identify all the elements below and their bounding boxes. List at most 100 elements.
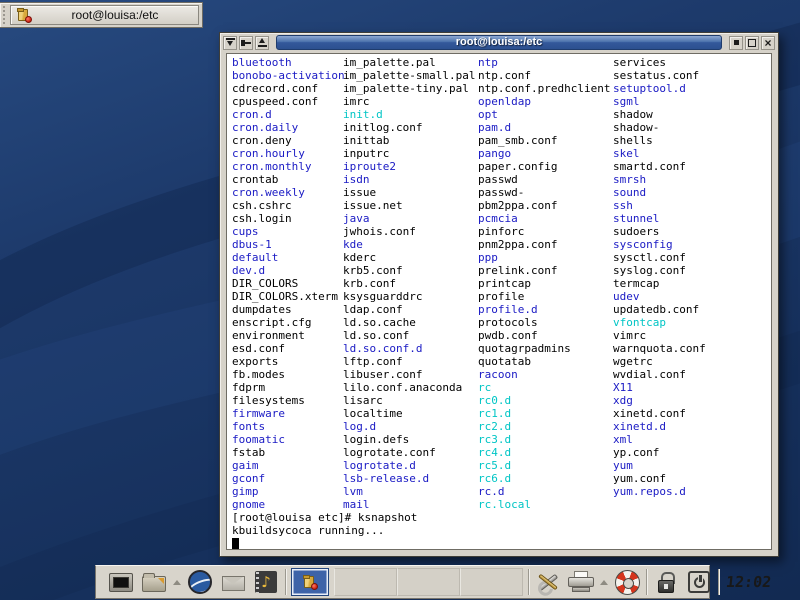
empty-task-slot[interactable] (334, 568, 397, 596)
file-entry: ld.so.conf.d (343, 342, 478, 355)
panel-handle[interactable] (2, 5, 7, 25)
multimedia-button[interactable]: ♪ (252, 568, 280, 596)
file-entry: cron.d (232, 108, 343, 121)
file-entry: ntp (478, 56, 613, 69)
terminal-output[interactable]: bluetoothbonobo-activationcdrecord.confc… (226, 53, 772, 550)
logout-button[interactable] (685, 568, 713, 596)
file-entry: xinetd.conf (613, 407, 765, 420)
shell-prompt: [root@louisa etc]# ksnapshot (232, 511, 771, 524)
lock-screen-button[interactable] (652, 568, 680, 596)
file-entry: dev.d (232, 264, 343, 277)
web-browser-button[interactable] (186, 568, 214, 596)
file-entry: lilo.conf.anaconda (343, 381, 478, 394)
file-entry: mail (343, 498, 478, 511)
digital-clock[interactable]: 12:02 (723, 573, 774, 591)
file-entry: ssh (613, 199, 765, 212)
file-entry: quotagrpadmins (478, 342, 613, 355)
file-entry: iproute2 (343, 160, 478, 173)
file-entry: rc1.d (478, 407, 613, 420)
lifering-icon (615, 570, 640, 595)
file-entry: ksysguarddrc (343, 290, 478, 303)
file-listing: bluetoothbonobo-activationcdrecord.confc… (232, 56, 771, 511)
active-task-button[interactable] (291, 568, 329, 596)
file-entry: rc (478, 381, 613, 394)
listing-column-4: servicessestatus.confsetuptool.dsgmlshad… (613, 56, 765, 511)
power-icon (688, 571, 710, 593)
file-entry: rc2.d (478, 420, 613, 433)
print-manager-button[interactable] (567, 568, 595, 596)
file-entry: sound (613, 186, 765, 199)
file-entry: smartd.conf (613, 160, 765, 173)
file-entry: updatedb.conf (613, 303, 765, 316)
maximize-button[interactable] (745, 36, 759, 50)
file-entry: services (613, 56, 765, 69)
file-entry: cdrecord.conf (232, 82, 343, 95)
file-entry: im_palette-tiny.pal (343, 82, 478, 95)
file-entry: environment (232, 329, 343, 342)
file-entry: cron.deny (232, 134, 343, 147)
panel-separator (646, 569, 647, 595)
file-entry: wgetrc (613, 355, 765, 368)
file-entry: pam_smb.conf (478, 134, 613, 147)
file-entry: passwd- (478, 186, 613, 199)
file-entry: syslog.conf (613, 264, 765, 277)
file-entry: fstab (232, 446, 343, 459)
lock-icon (657, 572, 675, 594)
mail-icon (222, 576, 245, 591)
file-entry: pcmcia (478, 212, 613, 225)
desktop: root@louisa:/etc root@louisa:/etc × blue… (0, 0, 800, 600)
empty-task-slot[interactable] (460, 568, 523, 596)
expander-arrow-icon[interactable] (600, 580, 608, 585)
titlebar[interactable]: root@louisa:/etc × (220, 33, 778, 52)
shade-icon[interactable] (223, 36, 237, 50)
file-entry: X11 (613, 381, 765, 394)
file-entry: xdg (613, 394, 765, 407)
file-entry: logrotate.d (343, 459, 478, 472)
file-entry: profile.d (478, 303, 613, 316)
file-entry: jwhois.conf (343, 225, 478, 238)
mail-button[interactable] (219, 568, 247, 596)
file-entry: rc6.d (478, 472, 613, 485)
file-entry: racoon (478, 368, 613, 381)
file-entry: sysctl.conf (613, 251, 765, 264)
file-entry: inittab (343, 134, 478, 147)
file-entry: DIR_COLORS.xterm (232, 290, 343, 303)
close-button[interactable]: × (761, 36, 775, 50)
minimize-icon (734, 40, 739, 45)
file-entry: rc5.d (478, 459, 613, 472)
home-folder-button[interactable] (140, 568, 168, 596)
printer-icon (567, 571, 595, 593)
file-entry: ld.so.conf (343, 329, 478, 342)
expander-arrow-icon[interactable] (173, 580, 181, 585)
file-entry: pnm2ppa.conf (478, 238, 613, 251)
taskbar-task-button[interactable]: root@louisa:/etc (10, 5, 199, 25)
eject-icon[interactable] (255, 36, 269, 50)
taskbar-task-label: root@louisa:/etc (38, 8, 192, 22)
file-entry: dumpdates (232, 303, 343, 316)
file-entry: gimp (232, 485, 343, 498)
minimize-button[interactable] (729, 36, 743, 50)
empty-task-slots (334, 568, 523, 596)
empty-task-slot[interactable] (397, 568, 460, 596)
file-entry: issue (343, 186, 478, 199)
file-entry: prelink.conf (478, 264, 613, 277)
file-entry: enscript.cfg (232, 316, 343, 329)
panel-separator (285, 569, 286, 595)
file-entry: localtime (343, 407, 478, 420)
file-entry: shadow- (613, 121, 765, 134)
panel-separator (718, 569, 719, 595)
utilities-button[interactable] (534, 568, 562, 596)
file-entry: rc4.d (478, 446, 613, 459)
file-entry: isdn (343, 173, 478, 186)
terminal-launcher-button[interactable] (107, 568, 135, 596)
tools-icon (535, 570, 561, 594)
file-entry: ppp (478, 251, 613, 264)
pin-icon[interactable] (239, 36, 253, 50)
file-entry: pam.d (478, 121, 613, 134)
file-entry: krb.conf (343, 277, 478, 290)
file-entry: firmware (232, 407, 343, 420)
help-button[interactable] (613, 568, 641, 596)
file-entry: gnome (232, 498, 343, 511)
file-entry: dbus-1 (232, 238, 343, 251)
file-entry: exports (232, 355, 343, 368)
